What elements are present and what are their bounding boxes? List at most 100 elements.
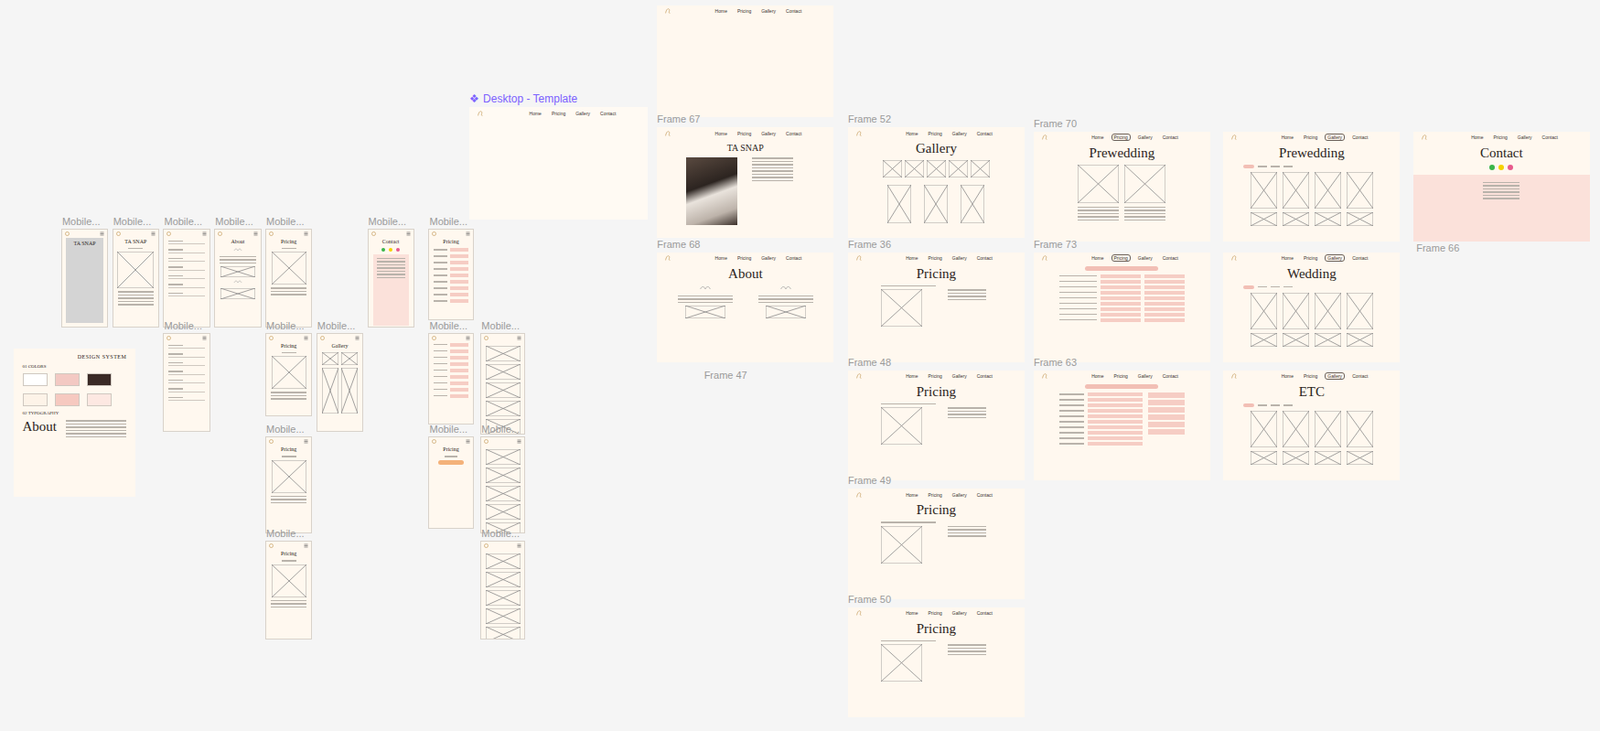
logo-icon[interactable]	[664, 7, 672, 15]
nav-item[interactable]: Pricing	[925, 129, 945, 138]
mobile-frame[interactable]: Mobile...Pricing	[265, 332, 312, 417]
nav-item[interactable]: Home	[902, 372, 921, 380]
nav-item[interactable]: Pricing	[1111, 254, 1131, 262]
menu-icon[interactable]	[516, 335, 522, 341]
desktop-frame[interactable]: Frame 36HomePricingGalleryContactPricing	[848, 252, 1025, 363]
menu-icon[interactable]	[516, 439, 522, 444]
desktop-frame[interactable]: HomePricingGalleryContactPrewedding	[1223, 131, 1400, 242]
nav-item[interactable]: Contact	[974, 254, 996, 262]
nav-item[interactable]: Contact	[783, 129, 805, 138]
nav-item[interactable]: Pricing	[1300, 254, 1321, 262]
frame-label[interactable]: Mobile...	[163, 215, 203, 228]
mobile-frame[interactable]: Mobile...	[428, 332, 473, 425]
nav-item[interactable]: Home	[712, 7, 731, 15]
nav-item[interactable]: Gallery	[758, 7, 779, 15]
frame-label[interactable]: Mobile...	[317, 320, 356, 333]
frame-label[interactable]: Frame 63	[1033, 356, 1077, 369]
nav-item[interactable]: Pricing	[1490, 133, 1510, 141]
category-tabs[interactable]	[1243, 164, 1380, 169]
menu-row[interactable]	[168, 343, 205, 350]
nav-item[interactable]: Gallery	[1324, 254, 1345, 262]
nav-item[interactable]: Contact	[597, 109, 619, 118]
frame-label[interactable]: Frame 52	[848, 113, 892, 126]
frame-label[interactable]: Frame 50	[848, 593, 892, 606]
menu-row[interactable]	[168, 377, 205, 385]
nav-item[interactable]: Pricing	[1300, 372, 1321, 380]
mobile-frame[interactable]: Mobile...	[162, 228, 210, 328]
mobile-frame[interactable]: Mobile...	[162, 332, 210, 432]
logo-icon[interactable]	[664, 129, 672, 138]
frame-label[interactable]: Mobile...	[481, 423, 520, 436]
desktop-frame[interactable]: Frame 49HomePricingGalleryContactPricing	[848, 488, 1025, 599]
menu-row[interactable]	[168, 386, 205, 393]
nav-item[interactable]: Gallery	[1514, 133, 1536, 141]
frame-label[interactable]: Mobile...	[163, 320, 203, 333]
desktop-frame[interactable]: Frame 48HomePricingGalleryContactPricing	[848, 370, 1025, 481]
nav-item[interactable]: Home	[1468, 133, 1486, 141]
kakao-icon[interactable]	[388, 247, 393, 252]
frame-label[interactable]: Mobile...	[266, 423, 305, 436]
menu-icon[interactable]	[465, 439, 471, 444]
nav-item[interactable]: Home	[1088, 254, 1107, 262]
mobile-frame[interactable]: Mobile...	[480, 332, 526, 436]
nav-item[interactable]: Pricing	[1300, 133, 1321, 141]
menu-icon[interactable]	[516, 543, 522, 548]
nav-item[interactable]: Home	[902, 609, 921, 617]
nav-item[interactable]: Pricing	[548, 109, 569, 118]
nav-item[interactable]: Gallery	[949, 129, 970, 138]
design-system-frame[interactable]: DESIGN SYSTEM01 COLORS02 TYPOGRAPHYAbout	[13, 348, 137, 497]
frame-label[interactable]: Frame 48	[848, 356, 892, 369]
menu-row[interactable]	[168, 246, 205, 254]
desktop-frame[interactable]: Frame 63HomePricingGalleryContact	[1033, 370, 1211, 481]
chat-icon[interactable]	[1489, 164, 1495, 171]
frame-label[interactable]: Mobile...	[266, 215, 305, 228]
frame-label[interactable]: Mobile...	[429, 215, 468, 228]
nav-item[interactable]: Home	[526, 109, 545, 118]
nav-item[interactable]: Contact	[974, 609, 996, 617]
nav-item[interactable]: Home	[1278, 372, 1297, 380]
menu-row[interactable]	[168, 281, 205, 289]
frame-label[interactable]: Mobile...	[429, 423, 468, 436]
color-swatch[interactable]	[86, 393, 112, 407]
frame-label[interactable]: Mobile...	[266, 320, 305, 333]
nav-item[interactable]: Contact	[783, 254, 805, 262]
nav-item[interactable]: Gallery	[949, 372, 970, 380]
nav-item[interactable]: Contact	[974, 129, 996, 138]
menu-row[interactable]	[168, 351, 205, 358]
nav-item[interactable]: Gallery	[1324, 133, 1345, 141]
nav-item[interactable]: Contact	[1349, 133, 1371, 141]
color-swatch[interactable]	[22, 393, 48, 407]
nav-item[interactable]: Home	[902, 254, 921, 262]
menu-icon[interactable]	[354, 335, 360, 341]
frame-label[interactable]: Frame 73	[1033, 238, 1077, 251]
menu-icon[interactable]	[202, 335, 207, 341]
menu-icon[interactable]	[303, 543, 309, 548]
nav-item[interactable]: Pricing	[925, 609, 945, 617]
menu-icon[interactable]	[465, 231, 471, 237]
logo-icon[interactable]	[476, 109, 484, 118]
menu-row[interactable]	[168, 290, 205, 298]
menu-icon[interactable]	[465, 335, 471, 341]
nav-item[interactable]: Contact	[974, 372, 996, 380]
nav-item[interactable]: Gallery	[1135, 372, 1156, 380]
nav-item[interactable]: Pricing	[1111, 133, 1131, 141]
nav-item[interactable]: Gallery	[1135, 133, 1156, 141]
frame-label[interactable]: Frame 47	[704, 369, 748, 382]
desktop-frame[interactable]: HomePricingGalleryContactContact	[1413, 131, 1590, 242]
logo-icon[interactable]	[1230, 133, 1238, 141]
logo-icon[interactable]	[855, 609, 863, 617]
mobile-frame[interactable]: Mobile...TA SNAP	[61, 228, 108, 328]
desktop-frame[interactable]: ❖Desktop - TemplateHomePricingGalleryCon…	[469, 107, 648, 220]
mobile-frame[interactable]: Mobile...TA SNAP	[112, 228, 160, 328]
nav-item[interactable]: Gallery	[1324, 372, 1345, 380]
frame-label[interactable]: Mobile...	[113, 215, 152, 228]
nav-item[interactable]: Gallery	[1135, 254, 1156, 262]
frame-label[interactable]: Frame 36	[848, 238, 892, 251]
logo-icon[interactable]	[1041, 254, 1049, 262]
kakao-icon[interactable]	[1498, 164, 1504, 171]
nav-item[interactable]: Gallery	[949, 609, 970, 617]
logo-icon[interactable]	[855, 254, 863, 262]
desktop-frame[interactable]: Frame 73HomePricingGalleryContact	[1033, 252, 1211, 363]
mobile-frame[interactable]: Mobile...Contact	[367, 228, 415, 328]
color-swatch[interactable]	[86, 373, 112, 387]
